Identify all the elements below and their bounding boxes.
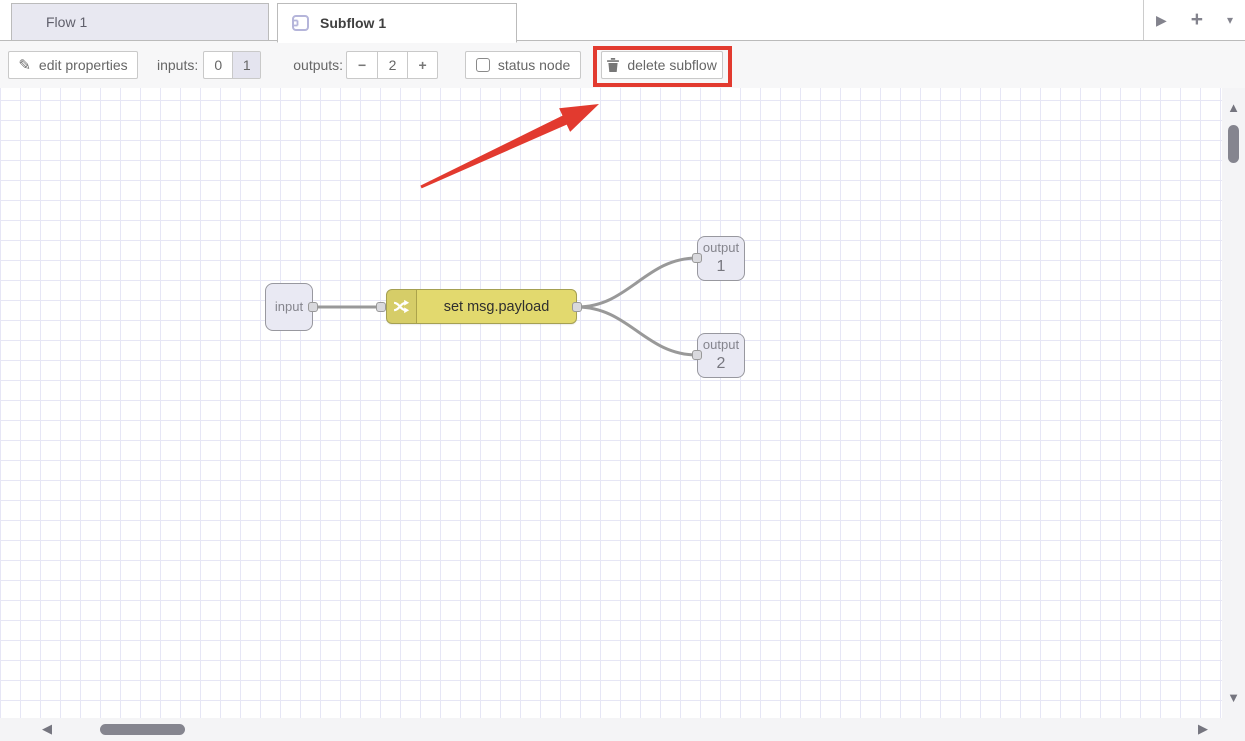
port-output2-input[interactable] [692,350,702,360]
workspace-tabbar: Flow 1 Subflow 1 ▶ + ▾ [0,0,1245,41]
shuffle-icon [387,290,417,323]
node-red-editor: Flow 1 Subflow 1 ▶ + ▾ ✎ edit properties… [0,0,1245,741]
horizontal-scrollbar[interactable]: ◀ ▶ [0,718,1222,741]
subflow-input-node[interactable]: input [265,283,313,331]
canvas-grid[interactable] [0,88,1222,718]
edit-properties-button[interactable]: ✎ edit properties [8,51,138,79]
add-flow-icon[interactable]: + [1191,10,1203,30]
tab-flow-1-label: Flow 1 [46,14,87,30]
output-node-2-label: output [703,337,739,354]
inputs-label: inputs: [157,57,198,73]
inputs-option-0[interactable]: 0 [204,52,232,78]
port-change-output[interactable] [572,302,582,312]
change-node-label: set msg.payload [417,290,576,323]
inputs-toggle-group: 0 1 [203,51,261,79]
tab-subflow-1-label: Subflow 1 [320,15,386,31]
scroll-right-icon[interactable]: ▶ [1198,721,1208,737]
horizontal-scrollbar-thumb[interactable] [100,724,185,735]
next-tab-icon[interactable]: ▶ [1156,12,1167,29]
tabbar-controls: ▶ + ▾ [1143,0,1245,40]
status-node-checkbox[interactable] [476,58,490,72]
delete-subflow-label: delete subflow [627,57,717,73]
scroll-down-icon[interactable]: ▼ [1222,690,1245,705]
tab-flow-1[interactable]: Flow 1 [11,3,269,41]
port-output1-input[interactable] [692,253,702,263]
port-input-output[interactable] [308,302,318,312]
flow-list-chevron-down-icon[interactable]: ▾ [1227,13,1233,27]
workspace-canvas: input set msg.payload output 1 output 2 [0,88,1245,741]
input-node-label: input [275,299,303,316]
inputs-option-1[interactable]: 1 [232,52,260,78]
edit-properties-label: edit properties [39,57,128,73]
scroll-left-icon[interactable]: ◀ [42,721,52,737]
subflow-toolbar: ✎ edit properties inputs: 0 1 outputs: −… [0,41,1245,88]
subflow-output-node-1[interactable]: output 1 [697,236,745,281]
outputs-value[interactable]: 2 [377,52,407,78]
vertical-scrollbar-thumb[interactable] [1228,125,1239,163]
output-node-1-label: output [703,240,739,257]
status-node-button[interactable]: status node [465,51,581,79]
outputs-stepper: − 2 + [346,51,438,79]
change-node[interactable]: set msg.payload [386,289,577,324]
status-node-label: status node [498,57,570,73]
port-change-input[interactable] [376,302,386,312]
subflow-output-node-2[interactable]: output 2 [697,333,745,378]
scroll-up-icon[interactable]: ▲ [1222,100,1245,115]
outputs-increase-button[interactable]: + [407,52,437,78]
delete-subflow-button[interactable]: delete subflow [601,51,723,79]
outputs-decrease-button[interactable]: − [347,52,377,78]
subflow-icon [290,13,310,33]
output-node-2-number: 2 [717,354,726,375]
output-node-1-number: 1 [717,257,726,278]
vertical-scrollbar[interactable]: ▲ ▼ [1222,88,1245,741]
outputs-label: outputs: [293,57,343,73]
tab-subflow-1[interactable]: Subflow 1 [277,3,517,43]
trash-icon [607,58,619,72]
pencil-icon: ✎ [18,56,31,74]
